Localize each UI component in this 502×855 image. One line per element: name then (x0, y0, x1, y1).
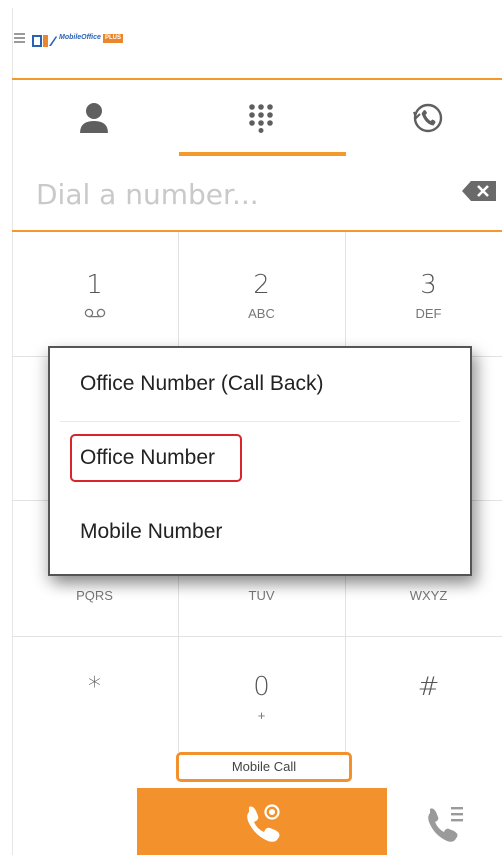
key-hash[interactable]: # (346, 672, 502, 708)
key-digit: 0 (253, 672, 270, 702)
logo-badge: PLUS (103, 34, 124, 43)
key-letters: WXYZ (409, 588, 448, 603)
call-list-icon (428, 807, 463, 842)
phone-call-icon (247, 803, 280, 842)
key-letters: PQRS (76, 588, 113, 603)
app-logo: MobileOffice PLUS (32, 33, 152, 47)
app-header: MobileOffice PLUS (12, 8, 502, 78)
voicemail-icon (12, 306, 177, 321)
tab-contacts[interactable] (12, 80, 175, 156)
dial-input[interactable] (34, 168, 418, 220)
person-icon (79, 103, 108, 133)
key-1[interactable]: 1 (12, 270, 177, 321)
menu-item-label: Mobile Number (80, 520, 223, 543)
key-letters: TUV (248, 588, 275, 603)
tab-recents[interactable] (346, 80, 502, 156)
key-letters: ABC (248, 306, 275, 321)
dialpad-icon (248, 104, 273, 133)
call-log-button[interactable] (418, 795, 472, 851)
menu-item-mobile-number[interactable]: Mobile Number (50, 496, 470, 568)
menu-item-office-number[interactable]: Office Number (50, 422, 470, 494)
key-letters: + (257, 708, 266, 723)
key-0[interactable]: 0 + (179, 672, 344, 723)
key-2[interactable]: 2 ABC (179, 270, 344, 321)
menu-item-label: Office Number (Call Back) (80, 372, 324, 395)
tab-keypad[interactable] (179, 80, 342, 156)
call-mode-label[interactable]: Mobile Call (176, 752, 352, 782)
logo-text: MobileOffice (59, 34, 101, 41)
dial-row (12, 158, 502, 230)
key-star[interactable]: * (12, 672, 177, 708)
key-digit: # (417, 672, 440, 702)
backspace-icon (462, 181, 496, 201)
tab-bar (12, 80, 502, 156)
logo-icon (32, 35, 57, 47)
key-3[interactable]: 3 DEF (346, 270, 502, 321)
backspace-button[interactable] (461, 180, 497, 202)
key-digit: 3 (420, 270, 437, 300)
key-digit: 1 (86, 270, 103, 300)
keypad-row-divider (12, 636, 502, 637)
menu-item-label: Office Number (80, 446, 215, 469)
key-digit: 2 (253, 270, 270, 300)
call-type-menu: Office Number (Call Back) Office Number … (48, 346, 472, 576)
call-button[interactable] (137, 788, 387, 855)
key-letters: DEF (415, 306, 442, 321)
key-digit: * (88, 672, 101, 702)
active-tab-indicator (179, 152, 346, 156)
menu-item-office-callback[interactable]: Office Number (Call Back) (50, 348, 470, 420)
menu-icon[interactable] (14, 33, 25, 43)
history-icon (412, 103, 442, 133)
